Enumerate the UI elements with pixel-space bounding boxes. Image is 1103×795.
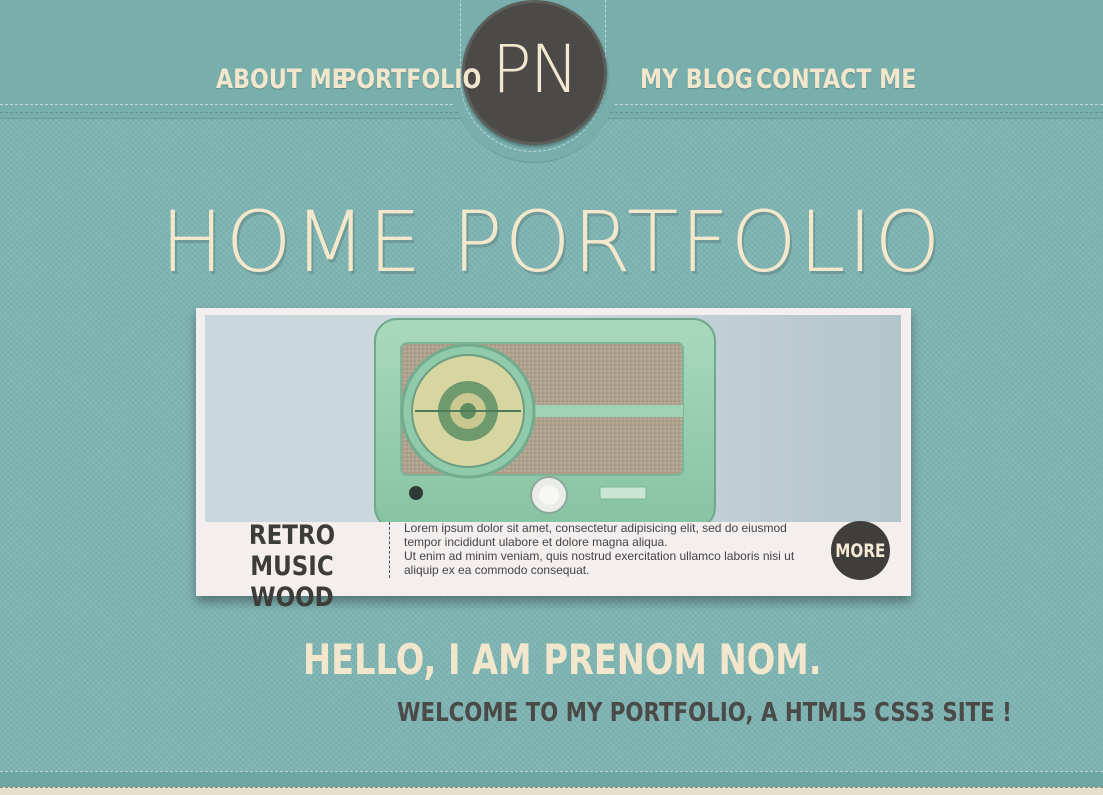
featured-title-line1: RETRO MUSIC <box>248 520 336 582</box>
featured-description: Lorem ipsum dolor sit amet, consectetur … <box>404 521 814 577</box>
featured-title: RETRO MUSIC WOOD <box>221 520 364 613</box>
page-title: HOME PORTFOLIO <box>0 192 1103 292</box>
intro-subheading: WELCOME TO MY PORTFOLIO, A HTML5 CSS3 SI… <box>397 698 1012 728</box>
nav-portfolio[interactable]: PORTFOLIO <box>340 64 481 95</box>
featured-card: RETRO MUSIC WOOD Lorem ipsum dolor sit a… <box>196 308 911 613</box>
page: PN ABOUT ME PORTFOLIO MY BLOG CONTACT ME… <box>0 0 1103 795</box>
featured-text-1: Lorem ipsum dolor sit amet, consectetur … <box>404 521 787 549</box>
more-button-label: MORE <box>835 539 886 562</box>
nav-about-me[interactable]: ABOUT ME <box>216 64 347 95</box>
featured-title-line2: WOOD <box>250 582 334 613</box>
logo-text: PN <box>491 31 579 108</box>
footer-band <box>0 771 1103 795</box>
more-button[interactable]: MORE <box>831 521 890 580</box>
page-title-text: HOME PORTFOLIO <box>160 193 943 291</box>
retro-radio-photo[interactable] <box>205 315 901 522</box>
radio-illustration <box>205 315 901 522</box>
footer-stitch-strip <box>0 787 1103 795</box>
logo-badge[interactable]: PN <box>462 0 607 145</box>
featured-text-2: Ut enim ad minim veniam, quis nostrud ex… <box>404 549 795 577</box>
caption-divider <box>389 522 390 578</box>
intro-heading: HELLO, I AM PRENOM NOM. <box>303 635 822 684</box>
nav-contact-me[interactable]: CONTACT ME <box>756 64 916 95</box>
nav-my-blog[interactable]: MY BLOG <box>640 64 753 95</box>
